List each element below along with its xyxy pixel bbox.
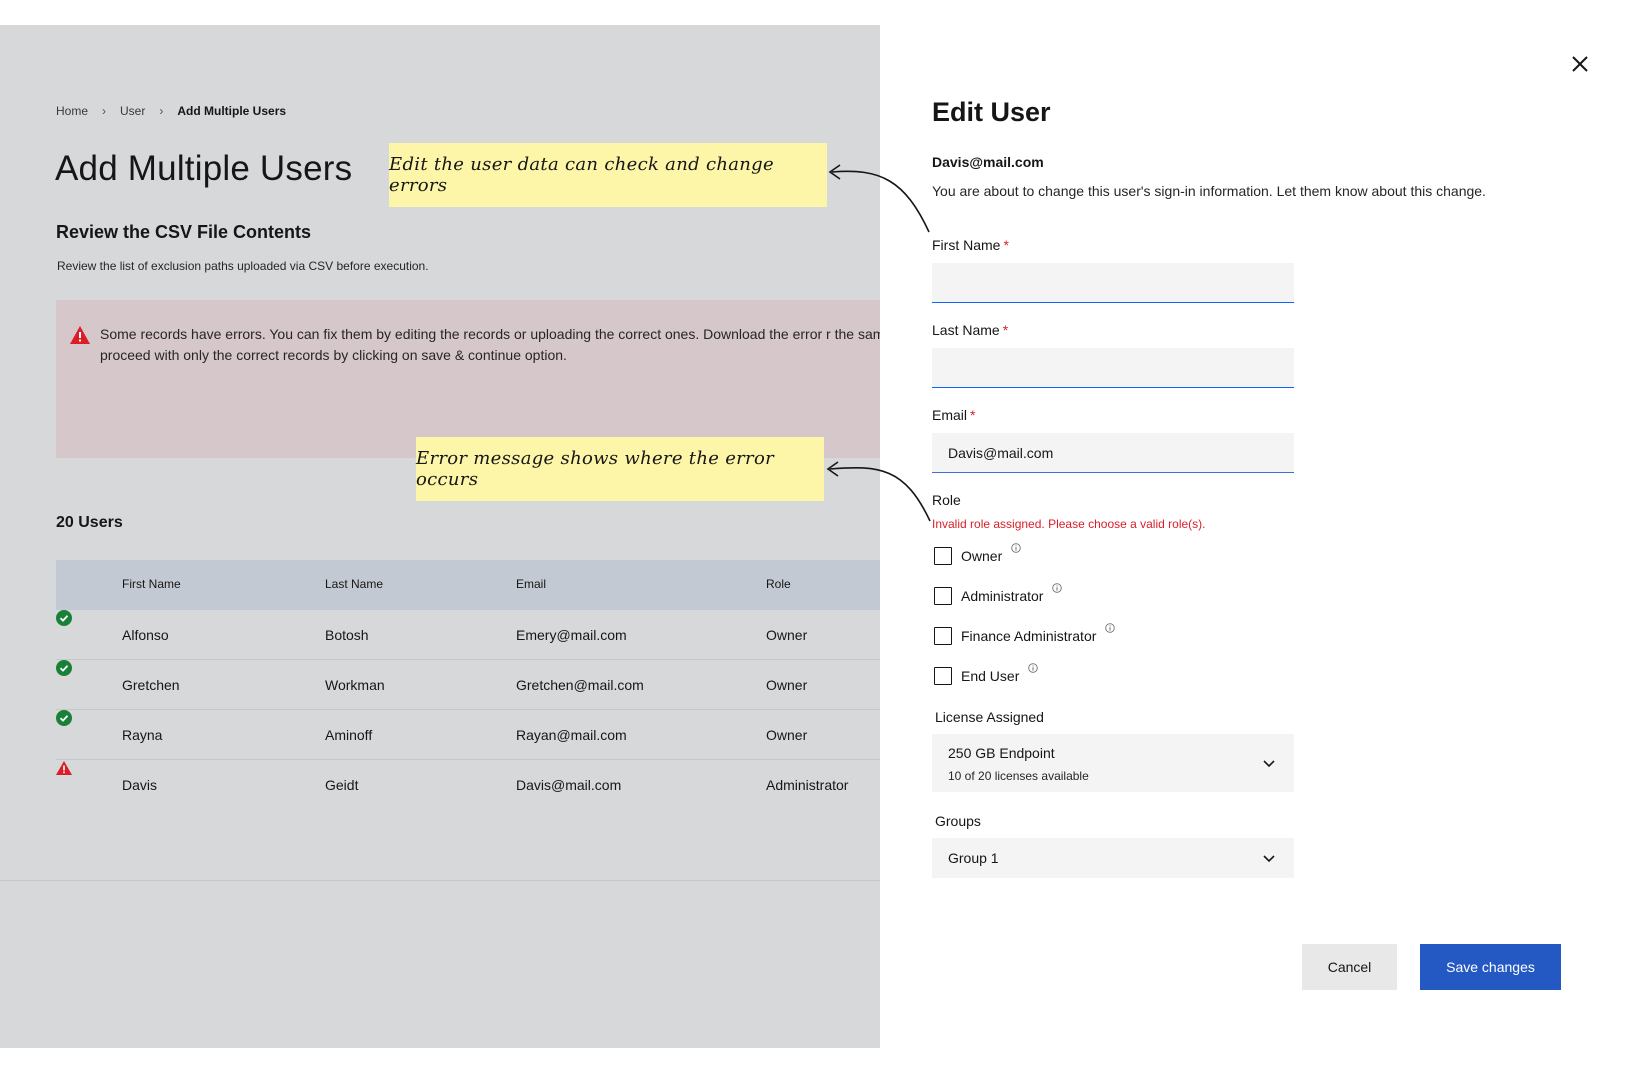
error-banner: Some records have errors. You can fix th… [56,300,880,458]
groups-value: Group 1 [948,850,999,866]
first-name-input[interactable] [932,263,1294,303]
error-banner-text: Some records have errors. You can fix th… [100,326,880,363]
cell-last-name: Geidt [325,777,359,793]
edit-user-panel [880,25,1612,1048]
breadcrumb-current: Add Multiple Users [177,104,287,118]
panel-description: You are about to change this user's sign… [932,183,1486,199]
warning-icon [70,326,90,344]
groups-select[interactable]: Group 1 [932,838,1294,878]
info-icon[interactable] [1105,623,1116,633]
users-count: 20 Users [56,514,123,531]
last-name-input[interactable] [932,348,1294,388]
cell-first-name: Alfonso [122,627,169,643]
cancel-button[interactable]: Cancel [1302,944,1397,990]
finance-administrator-checkbox[interactable] [934,627,952,645]
cell-role: Owner [766,727,808,743]
email-label: Email * [932,407,975,423]
license-availability: 10 of 20 licenses available [948,769,1089,783]
cell-first-name: Davis [122,777,158,793]
success-icon [56,660,72,676]
footer-divider [0,880,880,881]
cell-email: Gretchen@mail.com [516,677,644,693]
end-user-checkbox[interactable] [934,667,952,685]
breadcrumb: Home › User › Add Multiple Users [56,104,286,118]
chevron-down-icon [1263,760,1275,768]
role-error-message: Invalid role assigned. Please choose a v… [932,517,1206,531]
role-label: Role [932,492,961,508]
close-icon [1572,56,1588,72]
cell-last-name: Workman [325,677,385,693]
section-title: Review the CSV File Contents [56,222,312,242]
breadcrumb-home[interactable]: Home [56,104,88,118]
role-option-finance-administrator[interactable]: Finance Administrator [934,623,1116,645]
cell-first-name: Gretchen [122,677,180,693]
cell-role: Administrator [766,777,849,793]
panel-title: Edit User [932,97,1051,127]
annotation-note-error: Error message shows where the error occu… [416,437,824,501]
table-row[interactable]: Alfonso Botosh Emery@mail.com Owner [56,610,880,660]
cell-email: Davis@mail.com [516,777,622,793]
license-select[interactable]: 250 GB Endpoint 10 of 20 licenses availa… [932,734,1294,792]
required-mark: * [1003,237,1009,253]
chevron-right-icon: › [102,104,107,118]
warning-icon [56,761,72,775]
save-changes-button[interactable]: Save changes [1420,944,1561,990]
info-icon[interactable] [1052,583,1063,593]
license-value: 250 GB Endpoint [948,745,1055,761]
chevron-right-icon: › [159,104,164,118]
end-user-label: End User [961,668,1020,684]
email-label-text: Email [932,407,968,423]
info-icon[interactable] [1011,543,1021,553]
role-option-owner[interactable]: Owner [934,543,1021,565]
info-icon[interactable] [1028,663,1039,673]
cell-role: Owner [766,677,808,693]
administrator-label: Administrator [961,588,1044,604]
table-header: First Name Last Name Email Role [56,560,880,610]
finance-administrator-label: Finance Administrator [961,628,1097,644]
last-name-label-text: Last Name [932,322,1000,338]
header-email[interactable]: Email [516,577,546,591]
license-label: License Assigned [935,709,1044,725]
email-input[interactable] [932,433,1294,473]
table-row[interactable]: Gretchen Workman Gretchen@mail.com Owner [56,660,880,710]
table-row[interactable]: Rayna Aminoff Rayan@mail.com Owner [56,710,880,760]
role-option-administrator[interactable]: Administrator [934,583,1063,605]
page-title: Add Multiple Users [55,149,353,188]
header-first-name[interactable]: First Name [122,577,181,591]
first-name-label: First Name * [932,237,1009,253]
required-mark: * [1002,322,1009,338]
role-option-end-user[interactable]: End User [934,663,1039,685]
section-description: Review the list of exclusion paths uploa… [57,259,429,273]
chevron-down-icon [1263,855,1275,863]
cell-first-name: Rayna [122,727,163,743]
required-mark: * [970,407,976,423]
cell-last-name: Aminoff [325,727,373,743]
success-icon [56,710,72,726]
cell-email: Rayan@mail.com [516,727,627,743]
annotation-note-edit: Edit the user data can check and change … [389,143,827,207]
cell-last-name: Botosh [325,627,369,643]
groups-label: Groups [935,813,981,829]
success-icon [56,610,72,626]
last-name-label: Last Name * [932,322,1008,338]
header-role[interactable]: Role [766,577,791,591]
header-last-name[interactable]: Last Name [325,577,383,591]
administrator-checkbox[interactable] [934,587,952,605]
table-row[interactable]: Davis Geidt Davis@mail.com Administrator [56,760,880,810]
cell-role: Owner [766,627,808,643]
close-button[interactable] [1565,49,1595,79]
owner-checkbox[interactable] [934,547,952,565]
users-table: First Name Last Name Email Role Alfonso … [56,560,880,810]
cell-email: Emery@mail.com [516,627,627,643]
first-name-label-text: First Name [932,237,1001,253]
panel-user-email: Davis@mail.com [932,154,1044,170]
owner-label: Owner [961,548,1003,564]
breadcrumb-user[interactable]: User [120,104,145,118]
